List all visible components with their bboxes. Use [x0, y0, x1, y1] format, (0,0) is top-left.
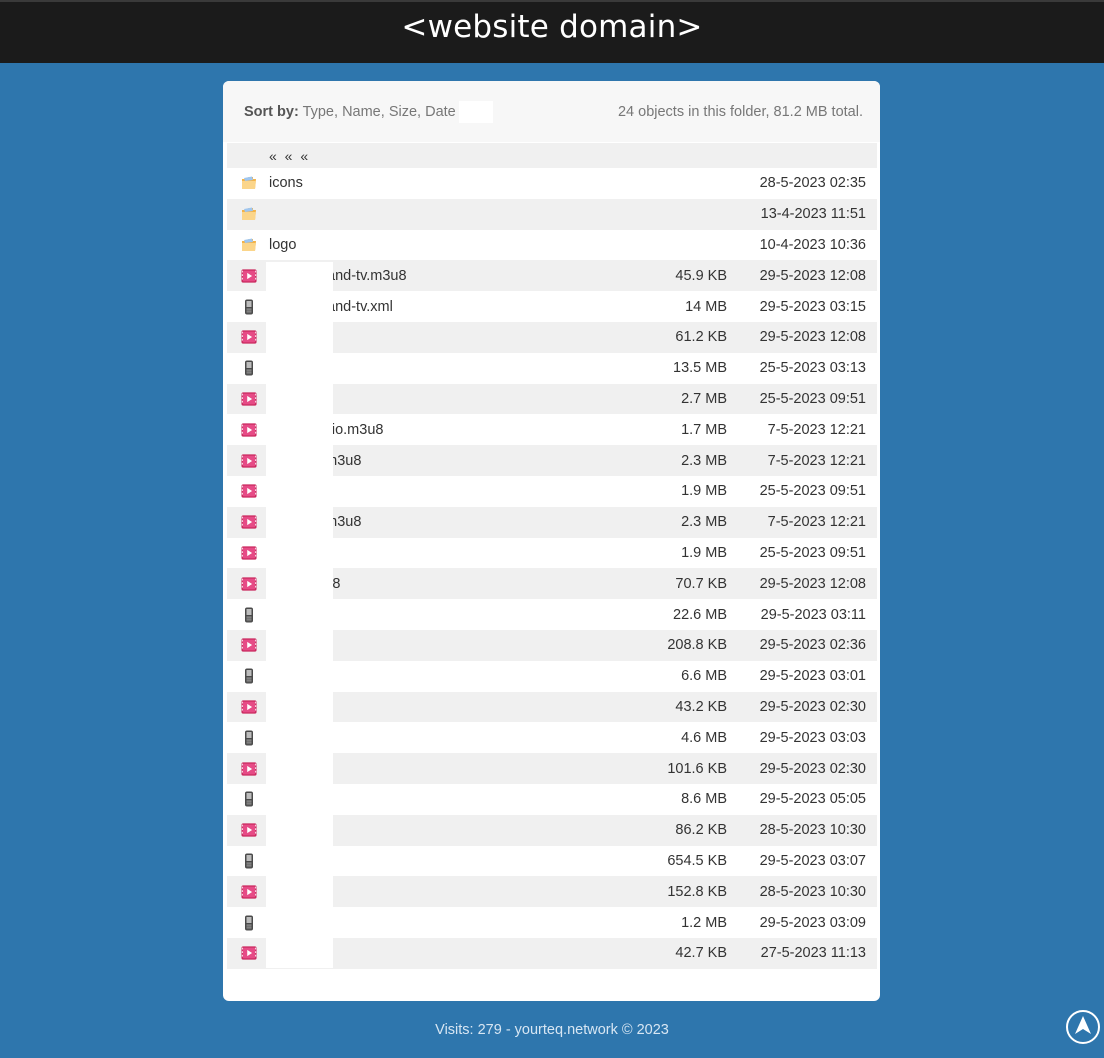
file-size: 22.6 MB	[673, 606, 727, 623]
file-size: 101.6 KB	[667, 760, 727, 777]
file-date: 25-5-2023 03:13	[759, 360, 866, 377]
site-title: <website domain>	[401, 9, 703, 45]
video-file-icon	[241, 514, 257, 530]
file-size: 208.8 KB	[667, 637, 727, 654]
parent-directory-row[interactable]: « « «	[227, 143, 877, 168]
file-date: 29-5-2023 02:30	[759, 698, 866, 715]
file-size: 70.7 KB	[675, 575, 727, 592]
video-file-icon	[241, 268, 257, 284]
file-date: 28-5-2023 02:35	[759, 175, 866, 192]
video-file-icon	[241, 576, 257, 592]
file-date: 29-5-2023 03:07	[759, 852, 866, 869]
parent-directory-link[interactable]: « « «	[269, 148, 310, 164]
file-size: 152.8 KB	[667, 883, 727, 900]
file-date: 29-5-2023 12:08	[759, 329, 866, 346]
video-file-icon	[241, 391, 257, 407]
video-file-icon	[241, 822, 257, 838]
scroll-to-top-icon	[1074, 1015, 1092, 1040]
video-file-icon	[241, 483, 257, 499]
file-size: 61.2 KB	[675, 329, 727, 346]
video-file-icon	[241, 884, 257, 900]
listing-toolbar: Sort by: Type, Name, Size, Date 24 objec…	[223, 81, 880, 142]
file-size: 43.2 KB	[675, 698, 727, 715]
file-size: 1.7 MB	[681, 421, 727, 438]
scroll-to-top-button[interactable]	[1066, 1010, 1100, 1044]
xml-file-icon	[241, 791, 257, 807]
folder-icon	[241, 237, 257, 253]
xml-file-icon	[241, 360, 257, 376]
file-size: 1.2 MB	[681, 914, 727, 931]
file-size: 6.6 MB	[681, 668, 727, 685]
footer-text: Visits: 279 - yourteq.network © 2023	[435, 1022, 669, 1038]
xml-file-icon	[241, 607, 257, 623]
xml-file-icon	[241, 853, 257, 869]
file-size: 8.6 MB	[681, 791, 727, 808]
file-date: 25-5-2023 09:51	[759, 390, 866, 407]
file-size: 2.3 MB	[681, 452, 727, 469]
file-size: 2.3 MB	[681, 514, 727, 531]
sort-label: Sort by:	[244, 104, 299, 120]
file-date: 29-5-2023 05:05	[759, 791, 866, 808]
file-size: 42.7 KB	[675, 945, 727, 962]
video-file-icon	[241, 699, 257, 715]
folder-row[interactable]: 13-4-2023 11:51	[227, 198, 877, 230]
xml-file-icon	[241, 915, 257, 931]
file-date: 29-5-2023 03:11	[760, 606, 866, 623]
file-date: 29-5-2023 03:15	[759, 298, 866, 315]
file-size: 13.5 MB	[673, 360, 727, 377]
folder-icon	[241, 175, 257, 191]
file-size: 14 MB	[685, 298, 727, 315]
file-size: 654.5 KB	[667, 852, 727, 869]
file-date: 25-5-2023 09:51	[759, 544, 866, 561]
video-file-icon	[241, 945, 257, 961]
file-name-link[interactable]: logo	[269, 237, 296, 253]
video-file-icon	[241, 329, 257, 345]
redaction-block	[266, 262, 333, 968]
file-date: 7-5-2023 12:21	[767, 452, 866, 469]
xml-file-icon	[241, 668, 257, 684]
file-date: 29-5-2023 02:36	[759, 637, 866, 654]
file-date: 28-5-2023 10:30	[759, 883, 866, 900]
video-file-icon	[241, 637, 257, 653]
file-date: 28-5-2023 10:30	[759, 822, 866, 839]
video-file-icon	[241, 453, 257, 469]
file-date: 29-5-2023 12:08	[759, 267, 866, 284]
sort-type-link[interactable]: Type	[303, 104, 334, 120]
xml-file-icon	[241, 730, 257, 746]
video-file-icon	[241, 761, 257, 777]
file-date: 29-5-2023 03:03	[759, 729, 866, 746]
xml-file-icon	[241, 299, 257, 315]
file-date: 29-5-2023 03:01	[759, 668, 866, 685]
sort-size-link[interactable]: Size	[389, 104, 417, 120]
folder-summary: 24 objects in this folder, 81.2 MB total…	[617, 104, 863, 120]
folder-row[interactable]: icons 28-5-2023 02:35	[227, 168, 877, 199]
file-size: 1.9 MB	[681, 544, 727, 561]
file-size: 45.9 KB	[675, 267, 727, 284]
video-file-icon	[241, 422, 257, 438]
file-date: 25-5-2023 09:51	[759, 483, 866, 500]
file-name-link[interactable]: icons	[269, 175, 303, 191]
file-date: 13-4-2023 11:51	[760, 206, 866, 223]
header-bar: <website domain>	[0, 0, 1104, 63]
file-date: 7-5-2023 12:21	[767, 514, 866, 531]
file-size: 2.7 MB	[681, 390, 727, 407]
folder-icon	[241, 206, 257, 222]
file-date: 27-5-2023 11:13	[760, 945, 866, 962]
file-date: 29-5-2023 02:30	[759, 760, 866, 777]
sort-controls: Sort by: Type, Name, Size, Date	[244, 104, 456, 120]
file-size: 1.9 MB	[681, 483, 727, 500]
file-date: 7-5-2023 12:21	[767, 421, 866, 438]
redaction-block	[459, 101, 493, 123]
file-date: 10-4-2023 10:36	[759, 236, 866, 253]
folder-row[interactable]: logo 10-4-2023 10:36	[227, 230, 877, 261]
file-date: 29-5-2023 12:08	[759, 575, 866, 592]
sort-date-link[interactable]: Date	[425, 104, 456, 120]
file-size: 86.2 KB	[675, 822, 727, 839]
sort-name-link[interactable]: Name	[342, 104, 381, 120]
file-size: 4.6 MB	[681, 729, 727, 746]
file-date: 29-5-2023 03:09	[759, 914, 866, 931]
video-file-icon	[241, 545, 257, 561]
